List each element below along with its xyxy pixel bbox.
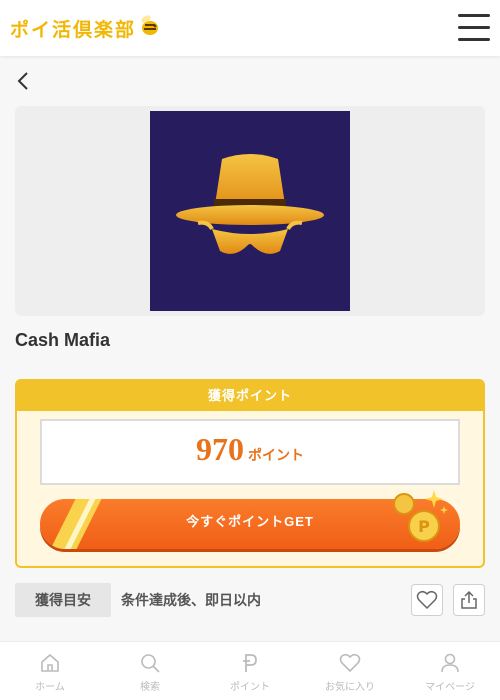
share-icon	[461, 590, 477, 609]
nav-favorites[interactable]: お気に入り	[300, 642, 400, 700]
timing-value: 条件達成後、即日以内	[121, 592, 261, 608]
home-icon	[41, 653, 59, 672]
gold-coins-icon: P	[390, 488, 450, 544]
nav-favorites-label: お気に入り	[325, 682, 375, 693]
points-unit: ポイント	[248, 447, 304, 463]
nav-points[interactable]: ポイント	[200, 642, 300, 700]
back-button[interactable]	[14, 70, 34, 92]
bottom-nav: ホーム 検索 ポイント お気に入り マイページ	[0, 641, 500, 700]
spy-hat-glasses-icon	[176, 154, 324, 254]
offer-image	[150, 111, 350, 311]
share-button[interactable]	[453, 584, 485, 616]
points-value: 970	[196, 431, 244, 467]
logo-text: ポイ活倶楽部	[10, 18, 137, 41]
nav-mypage-label: マイページ	[425, 682, 475, 693]
nav-home-label: ホーム	[35, 682, 65, 693]
search-icon	[141, 654, 160, 673]
site-logo[interactable]: ポイ活倶楽部	[10, 14, 162, 42]
point-p-icon	[243, 654, 257, 672]
offer-hero	[15, 106, 485, 316]
nav-points-label: ポイント	[230, 682, 270, 693]
nav-search[interactable]: 検索	[100, 642, 200, 700]
heart-icon	[339, 653, 361, 673]
nav-home[interactable]: ホーム	[0, 642, 100, 700]
timing-label: 獲得目安	[15, 583, 111, 617]
app-header: ポイ活倶楽部	[0, 0, 500, 56]
hamburger-menu-icon[interactable]	[458, 14, 490, 42]
person-icon	[441, 653, 459, 673]
nav-mypage[interactable]: マイページ	[400, 642, 500, 700]
svg-text:P: P	[418, 517, 430, 536]
heart-icon	[416, 590, 438, 610]
favorite-button[interactable]	[411, 584, 443, 616]
nav-search-label: 検索	[140, 682, 160, 693]
points-heading: 獲得ポイント	[17, 381, 483, 411]
bee-icon	[138, 14, 162, 43]
chevron-left-icon	[17, 72, 28, 90]
points-card: 970 ポイント	[40, 419, 460, 485]
offer-title: Cash Mafia	[15, 330, 111, 350]
